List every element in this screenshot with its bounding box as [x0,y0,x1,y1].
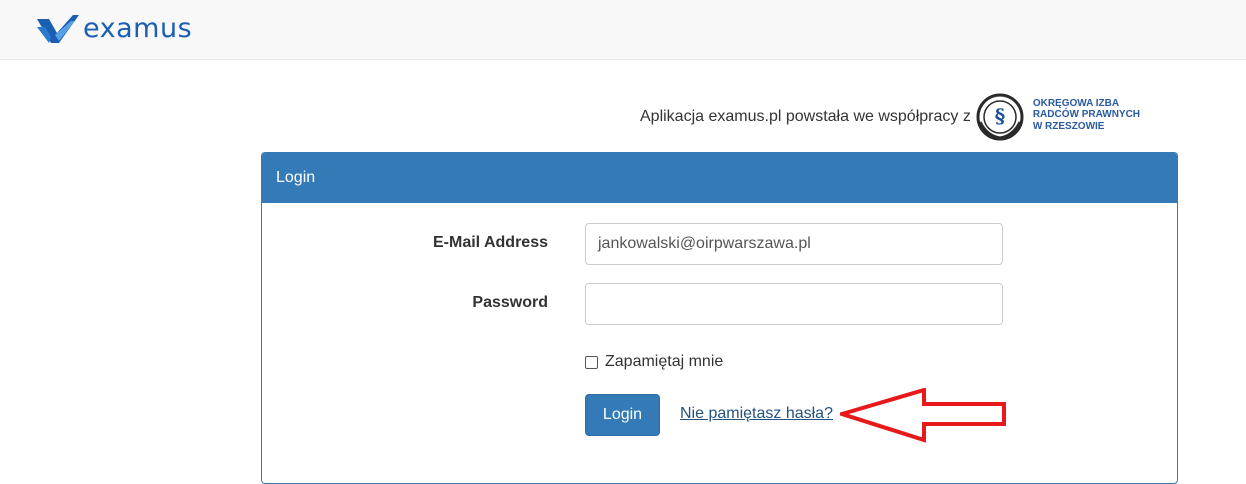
kirp-name: OKRĘGOWA IZBA RADCÓW PRAWNYCH W RZESZOWI… [1033,98,1140,133]
examus-check-icon [37,15,79,43]
kirp-name-line: OKRĘGOWA IZBA [1032,97,1120,109]
remember-me[interactable]: Zapamiętaj mnie [585,353,723,371]
svg-text:§: § [995,104,1005,128]
partner-info: Aplikacja examus.pl powstała we współpra… [640,86,1140,146]
brand-logo[interactable]: examus [35,10,192,50]
kirp-seal-icon: § [976,93,1024,141]
partner-text: Aplikacja examus.pl powstała we współpra… [640,108,971,125]
top-navbar: examus [0,0,1246,60]
remember-me-checkbox[interactable] [585,355,598,369]
login-panel: Login E-Mail Address jankowalski@oirpwar… [261,152,1178,484]
password-field[interactable] [585,283,1003,325]
email-label: E-Mail Address [433,234,548,251]
annotation-arrow-icon [840,388,1006,443]
kirp-name-line: W RZESZOWIE [1032,120,1105,132]
remember-me-label[interactable]: Zapamiętaj mnie [605,353,723,371]
login-button[interactable]: Login [585,394,660,436]
forgot-password-link[interactable]: Nie pamiętasz hasła? [680,405,833,423]
brand-name: examus [83,12,193,44]
kirp-name-line: RADCÓW PRAWNYCH [1032,109,1141,121]
password-label: Password [472,294,548,311]
email-field[interactable]: jankowalski@oirpwarszawa.pl [585,223,1003,265]
login-panel-heading: Login [262,153,1177,203]
